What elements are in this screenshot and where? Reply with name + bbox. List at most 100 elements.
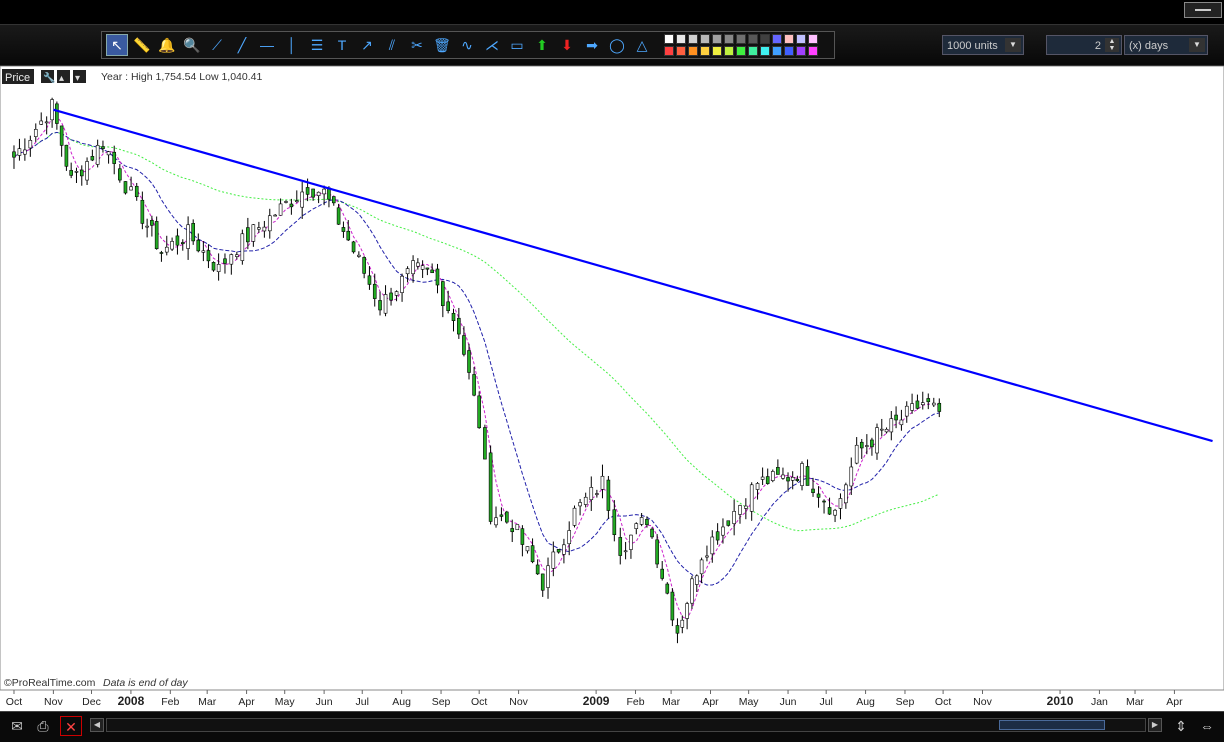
color-swatch[interactable] [796, 34, 806, 44]
zoom-chart-icon[interactable]: ⇕ [1170, 716, 1192, 736]
color-swatch[interactable] [724, 46, 734, 56]
color-swatch[interactable] [676, 34, 686, 44]
color-swatch[interactable] [700, 46, 710, 56]
color-swatch[interactable] [700, 34, 710, 44]
down-arrow-icon[interactable]: ⬇ [556, 34, 578, 56]
wrench-icon[interactable]: 🔧 [41, 70, 55, 84]
color-swatch[interactable] [712, 34, 722, 44]
candle-body [351, 241, 356, 253]
fibonacci-icon[interactable]: ☰ [306, 34, 328, 56]
candle-body [240, 233, 245, 261]
triangle-icon[interactable]: △ [631, 34, 653, 56]
print-icon[interactable]: ⎙ [32, 716, 54, 736]
spinner-icon[interactable]: ▲ ▼ [1105, 38, 1119, 52]
cursor-off-icon[interactable]: ✕ [60, 716, 82, 736]
color-swatch[interactable] [664, 46, 674, 56]
candle-body [530, 545, 535, 563]
text-icon[interactable]: T [331, 34, 353, 56]
price-chart[interactable]: Price 🔧 ▴ ▾ Year : High 1,754.54 Low 1,0… [0, 66, 1224, 690]
candle-body [12, 151, 16, 158]
scroll-left-button[interactable]: ◀ [90, 718, 104, 732]
candle-body [451, 312, 456, 321]
tools-icon[interactable]: ✂ [406, 34, 428, 56]
parallel-icon[interactable]: ⫽ [381, 34, 403, 56]
candle-body [284, 201, 288, 203]
axis-label: Aug [856, 696, 875, 708]
candle-body [134, 185, 139, 198]
chevron-down-icon[interactable]: ▼ [1189, 38, 1205, 52]
candle-body [483, 427, 487, 460]
color-swatch[interactable] [748, 34, 758, 44]
credit-text: ©ProRealTime.com [4, 677, 96, 689]
axis-label: Feb [626, 696, 644, 708]
color-swatch[interactable] [796, 46, 806, 56]
period-input[interactable]: 2 ▲ ▼ [1046, 35, 1122, 55]
color-swatch[interactable] [712, 46, 722, 56]
candle-body [145, 225, 149, 228]
scroll-right-button[interactable]: ▶ [1148, 718, 1162, 732]
pointer-icon[interactable]: ↖ [106, 34, 128, 56]
segment-icon[interactable]: ⟋ [206, 34, 228, 56]
color-swatch[interactable] [784, 46, 794, 56]
color-swatch[interactable] [760, 34, 770, 44]
close-panel-icon[interactable]: ▾ [73, 70, 86, 84]
line-icon[interactable]: ╱ [231, 34, 253, 56]
scroll-thumb[interactable] [999, 720, 1105, 730]
color-swatch[interactable] [736, 46, 746, 56]
units-select[interactable]: 1000 units ▼ [942, 35, 1024, 55]
ellipse-icon[interactable]: ◯ [606, 34, 628, 56]
zoom-icon[interactable]: 🔍 [181, 34, 203, 56]
color-swatch[interactable] [760, 46, 770, 56]
candle-body [420, 265, 425, 270]
trash-icon[interactable]: 🗑 [431, 34, 453, 56]
candle [726, 520, 731, 527]
alarm-icon[interactable]: 🔔 [156, 34, 178, 56]
candle-body [606, 479, 611, 511]
color-swatch[interactable] [688, 34, 698, 44]
axis-label: Jun [780, 696, 797, 708]
candle-body [273, 214, 277, 217]
chart-svg[interactable]: Price 🔧 ▴ ▾ Year : High 1,754.54 Low 1,0… [0, 66, 1224, 690]
expand-icon[interactable]: ▴ [57, 70, 70, 84]
candle-body [710, 536, 715, 555]
right-arrow-icon[interactable]: ➡ [581, 34, 603, 56]
candle-body [600, 475, 605, 490]
color-swatch[interactable] [748, 46, 758, 56]
candle-body [705, 555, 709, 558]
zoom-chart-icon-2[interactable]: ⇔ [1196, 716, 1218, 736]
candle-body [435, 268, 440, 286]
candle-body [899, 419, 904, 426]
color-swatch[interactable] [688, 46, 698, 56]
color-swatch[interactable] [772, 34, 782, 44]
candle-body [300, 191, 304, 208]
candle-body [738, 505, 742, 515]
candle-body [123, 181, 128, 194]
color-swatch[interactable] [736, 34, 746, 44]
candle-body [446, 301, 450, 311]
horizontal-line-icon[interactable]: — [256, 34, 278, 56]
candle-body [675, 625, 680, 634]
color-swatch[interactable] [784, 34, 794, 44]
color-swatch[interactable] [808, 34, 818, 44]
minimize-button[interactable] [1184, 2, 1222, 18]
axis-label: Sep [432, 696, 451, 708]
chevron-down-icon[interactable]: ▼ [1005, 38, 1021, 52]
color-swatch[interactable] [724, 34, 734, 44]
period-unit-select[interactable]: (x) days ▼ [1124, 35, 1208, 55]
time-scrollbar[interactable] [106, 718, 1146, 732]
fan-icon[interactable]: ⋌ [481, 34, 503, 56]
color-swatch[interactable] [772, 46, 782, 56]
mail-icon[interactable]: ✉ [6, 716, 28, 736]
candle-body [623, 550, 628, 553]
ruler-icon[interactable]: 📏 [131, 34, 153, 56]
color-swatch[interactable] [676, 46, 686, 56]
vertical-line-icon[interactable]: │ [281, 34, 303, 56]
trend-icon[interactable]: ↗ [356, 34, 378, 56]
rectangle-icon[interactable]: ▭ [506, 34, 528, 56]
up-arrow-icon[interactable]: ⬆ [531, 34, 553, 56]
color-swatch[interactable] [808, 46, 818, 56]
candle [572, 505, 577, 528]
color-swatch[interactable] [664, 34, 674, 44]
candle-body [589, 487, 594, 501]
wave-icon[interactable]: ∿ [456, 34, 478, 56]
